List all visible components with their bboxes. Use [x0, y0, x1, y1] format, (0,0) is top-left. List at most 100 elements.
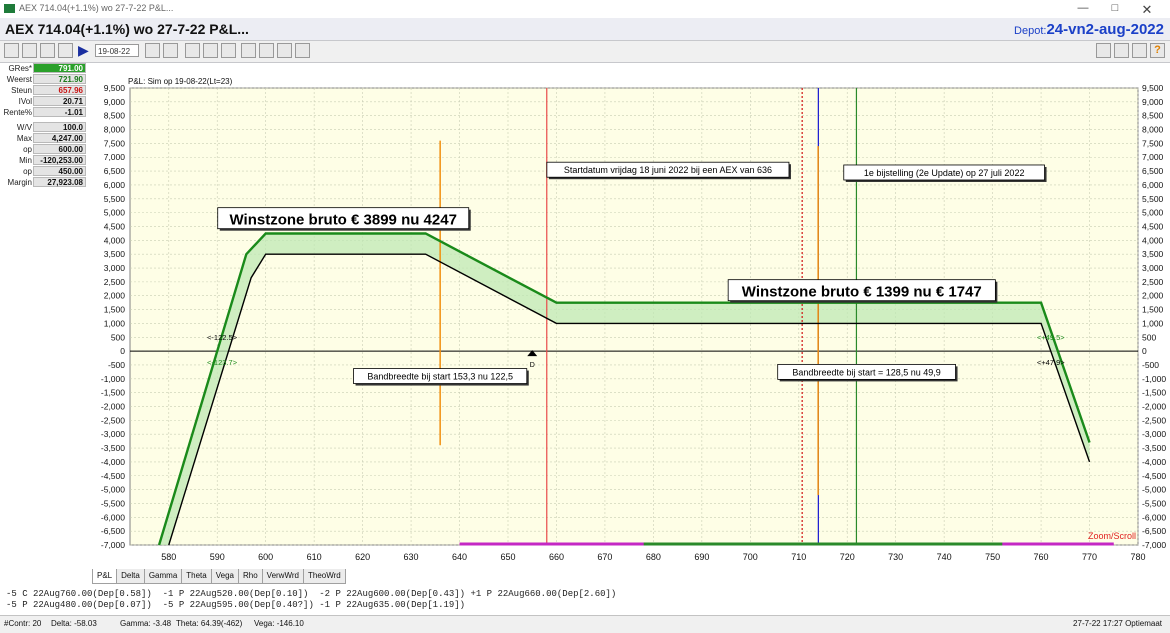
minimize-button[interactable]: —: [1068, 2, 1098, 16]
y-tick-label: 500: [111, 332, 125, 342]
chart-tabs: P&L Delta Gamma Theta Vega Rho VerwWrd TheoWrd: [92, 565, 346, 584]
stat-row: Rente% -1.01: [0, 107, 88, 118]
maximize-button[interactable]: □: [1100, 2, 1130, 16]
y-tick-label-right: 4,000: [1142, 235, 1164, 245]
line-icon[interactable]: [259, 43, 274, 58]
stat-label: Weerst: [6, 75, 32, 84]
tab-delta[interactable]: Delta: [116, 569, 145, 584]
help-icon[interactable]: ?: [1150, 43, 1165, 58]
tab-vega[interactable]: Vega: [210, 569, 239, 584]
stat-row: Min -120,253.00: [0, 155, 88, 166]
x-tick-label: 630: [404, 552, 419, 562]
x-tick-label: 720: [840, 552, 855, 562]
stat-value: 791.00: [33, 63, 86, 73]
y-tick-label-right: 8,500: [1142, 111, 1164, 121]
left-arrow-icon[interactable]: [145, 43, 160, 58]
x-tick-label: 710: [791, 552, 806, 562]
y-tick-label: 3,500: [104, 249, 126, 259]
date-select[interactable]: 19-08-22: [95, 44, 139, 57]
close-button[interactable]: ✕: [1132, 2, 1162, 17]
play-icon[interactable]: ▶: [78, 43, 89, 58]
x-tick-label: 740: [937, 552, 952, 562]
pen-icon[interactable]: [277, 43, 292, 58]
pnl-chart[interactable]: P&L: Sim op 19-08-22(Lt=23)9,500 9,5009,0…: [88, 63, 1170, 583]
list-icon[interactable]: [58, 43, 73, 58]
tab-theta[interactable]: Theta: [181, 569, 212, 584]
stat-label: op: [23, 167, 32, 176]
y-tick-label-right: -3,000: [1142, 429, 1166, 439]
y-tick-label: 1,500: [104, 305, 126, 315]
y-tick-label-right: 9,500: [1142, 83, 1164, 93]
stat-row: Steun 657.96: [0, 85, 88, 96]
chart-title: P&L: Sim op 19-08-22(Lt=23): [128, 77, 233, 86]
stat-label: W/V: [16, 123, 32, 132]
x-tick-label: 690: [694, 552, 709, 562]
bar-chart-icon[interactable]: [295, 43, 310, 58]
y-tick-label-right: -5,500: [1142, 498, 1166, 508]
y-tick-label-right: 7,500: [1142, 138, 1164, 148]
x-tick-label: 660: [549, 552, 564, 562]
annotation-text: Bandbreedte bij start 153,3 nu 122,5: [367, 372, 513, 382]
y-tick-label: -5,500: [101, 498, 125, 508]
y-tick-label: 6,500: [104, 166, 126, 176]
y-tick-label: 7,000: [104, 152, 126, 162]
annotation-text: Winstzone bruto € 1399 nu € 1747: [742, 284, 982, 301]
stat-row: Max 4,247.00: [0, 133, 88, 144]
stat-label: Min: [19, 156, 32, 165]
y-tick-label-right: -7,000: [1142, 540, 1166, 550]
close-icon[interactable]: [163, 43, 178, 58]
y-tick-label-right: -1,500: [1142, 388, 1166, 398]
cursor-icon[interactable]: [185, 43, 200, 58]
status-delta: Delta: -58.03: [51, 619, 97, 628]
y-tick-label-right: -2,000: [1142, 402, 1166, 412]
y-tick-label-right: -3,500: [1142, 443, 1166, 453]
y-tick-label-right: 3,500: [1142, 249, 1164, 259]
window-titlebar: AEX 714.04(+1.1%) wo 27-7-22 P&L... — □ …: [0, 0, 1170, 18]
y-tick-label: 5,500: [104, 194, 126, 204]
camera-icon[interactable]: [1114, 43, 1129, 58]
stat-label: op: [23, 145, 32, 154]
x-tick-label: 700: [743, 552, 758, 562]
y-tick-label: 2,500: [104, 277, 126, 287]
grid-icon[interactable]: [40, 43, 55, 58]
tab-gamma[interactable]: Gamma: [143, 569, 183, 584]
stat-label: Max: [16, 134, 32, 143]
stat-row: IVol 20.71: [0, 96, 88, 107]
stat-value: 657.96: [33, 85, 86, 95]
y-tick-label: -3,500: [101, 443, 125, 453]
y-tick-label: -4,000: [101, 457, 125, 467]
stat-row: Weerst 721.90: [0, 74, 88, 85]
y-tick-label-right: -4,000: [1142, 457, 1166, 467]
x-tick-label: 750: [985, 552, 1000, 562]
stat-label: Steun: [11, 86, 32, 95]
y-tick-label: 7,500: [104, 138, 126, 148]
annotation-text: 1e bijstelling (2e Update) op 27 juli 20…: [864, 168, 1025, 178]
tab-rho[interactable]: Rho: [237, 569, 263, 584]
chart-icon[interactable]: [241, 43, 256, 58]
print-icon[interactable]: [1096, 43, 1111, 58]
page-title: AEX 714.04(+1.1%) wo 27-7-22 P&L...: [5, 21, 249, 37]
y-tick-label-right: 1,000: [1142, 318, 1164, 328]
x-tick-label: 680: [646, 552, 661, 562]
tab-verwwrd[interactable]: VerwWrd: [261, 569, 304, 584]
crosshair-icon[interactable]: [203, 43, 218, 58]
y-tick-label-right: 4,500: [1142, 221, 1164, 231]
table-icon[interactable]: [22, 43, 37, 58]
calendar-icon[interactable]: [4, 43, 19, 58]
x-tick-label: 670: [597, 552, 612, 562]
window-title: AEX 714.04(+1.1%) wo 27-7-22 P&L...: [19, 3, 174, 13]
tab-theowrd[interactable]: TheoWrd: [302, 569, 346, 584]
zoom-icon[interactable]: [221, 43, 236, 58]
stats-panel: GRes* 791.00 Weerst 721.90 Steun 657.96 IVol 20…: [0, 63, 88, 188]
depot-value: 24-vn2-aug-2022: [1046, 21, 1164, 38]
x-tick-label: 580: [161, 552, 176, 562]
y-tick-label-right: 5,000: [1142, 208, 1164, 218]
stat-value: -1.01: [33, 107, 86, 117]
x-tick-label: 610: [307, 552, 322, 562]
y-tick-label: 6,000: [104, 180, 126, 190]
y-tick-label: -1,500: [101, 388, 125, 398]
breakeven-marker: <-122.5>: [207, 333, 238, 342]
settings-icon[interactable]: [1132, 43, 1147, 58]
tab-pl[interactable]: P&L: [92, 569, 118, 584]
y-tick-label-right: -2,500: [1142, 415, 1166, 425]
